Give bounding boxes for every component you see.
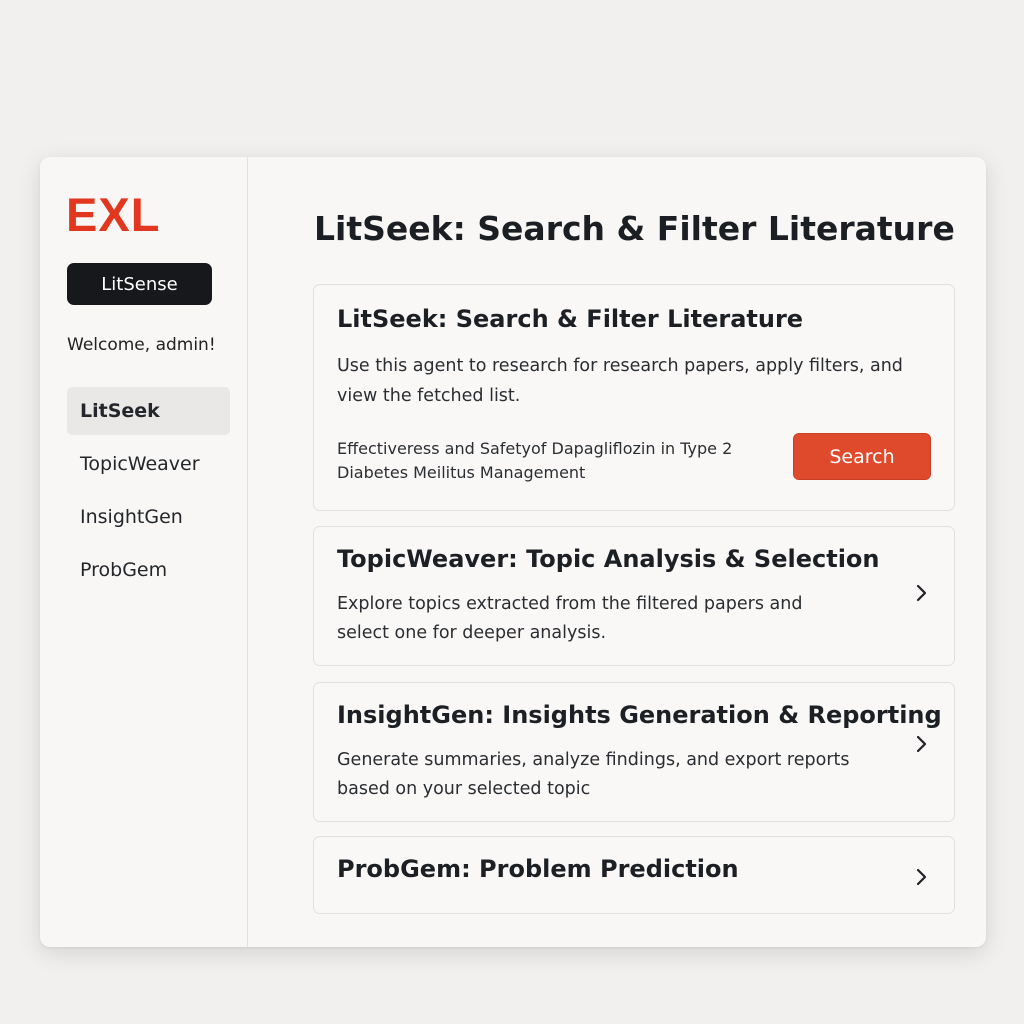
search-button[interactable]: Search — [793, 433, 931, 480]
sidebar: EXL LitSense Welcome, admin! LitSeek Top… — [40, 157, 248, 947]
sidebar-item-topicweaver[interactable]: TopicWeaver — [67, 440, 230, 488]
card-description: Use this agent to research for research … — [337, 356, 903, 406]
main-content: LitSeek: Search & Filter Literature LitS… — [248, 157, 986, 947]
page-title: LitSeek: Search & Filter Literature — [314, 209, 955, 248]
card-title: TopicWeaver: Topic Analysis & Selection — [337, 545, 880, 573]
card-litseek: LitSeek: Search & Filter Literature Use … — [313, 284, 955, 511]
search-query-text[interactable]: Effectiveress and Safetyof Dapagliflozin… — [337, 437, 767, 485]
card-topicweaver[interactable]: TopicWeaver: Topic Analysis & Selection … — [313, 526, 955, 666]
welcome-message: Welcome, admin! — [67, 335, 216, 355]
sidebar-item-insightgen[interactable]: InsightGen — [67, 493, 230, 541]
sidebar-item-litseek[interactable]: LitSeek — [67, 387, 230, 435]
exl-logo: EXL — [66, 188, 161, 241]
card-title: LitSeek: Search & Filter Literature — [337, 305, 804, 333]
card-title: ProbGem: Problem Prediction — [337, 855, 739, 883]
app-name-badge[interactable]: LitSense — [67, 263, 212, 305]
sidebar-item-probgem[interactable]: ProbGem — [67, 546, 230, 594]
chevron-right-icon[interactable] — [912, 867, 932, 887]
chevron-right-icon[interactable] — [912, 583, 932, 603]
card-title: InsightGen: Insights Generation & Report… — [337, 701, 942, 729]
card-description: Explore topics extracted from the filter… — [337, 594, 803, 643]
card-insightgen[interactable]: InsightGen: Insights Generation & Report… — [313, 682, 955, 822]
app-window: EXL LitSense Welcome, admin! LitSeek Top… — [40, 157, 986, 947]
sidebar-nav: LitSeek TopicWeaver InsightGen ProbGem — [67, 387, 230, 599]
card-probgem[interactable]: ProbGem: Problem Prediction — [313, 836, 955, 914]
chevron-right-icon[interactable] — [912, 734, 932, 754]
card-description: Generate summaries, analyze findings, an… — [337, 750, 850, 799]
